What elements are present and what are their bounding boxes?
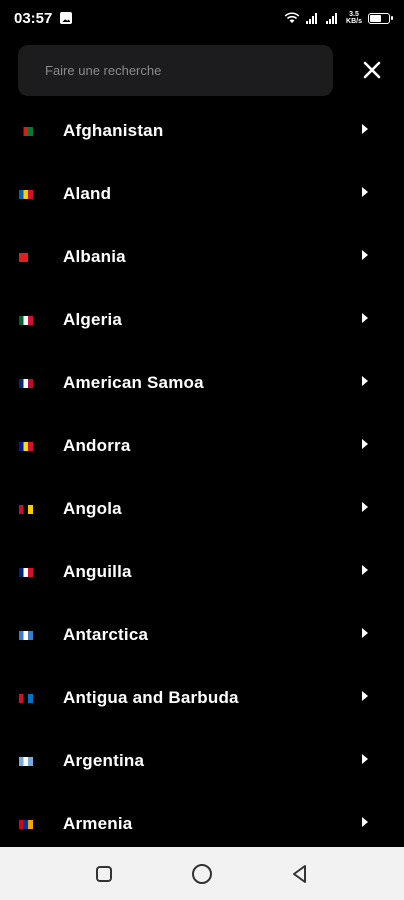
chevron-right-icon: [362, 376, 368, 386]
country-name: Algeria: [63, 309, 123, 329]
country-item[interactable]: Angola: [0, 477, 404, 540]
search-input[interactable]: [43, 62, 333, 79]
flag-icon: [19, 379, 33, 388]
chevron-right-icon: [362, 628, 368, 638]
signal-sim1-icon: [306, 12, 320, 24]
flag-icon: [19, 694, 33, 703]
flag-icon: [19, 253, 33, 262]
chevron-right-icon: [362, 313, 368, 323]
flag-icon: [19, 820, 33, 829]
status-right: 3.5 KB/s: [284, 11, 393, 25]
country-name: American Samoa: [63, 372, 204, 392]
country-name: Argentina: [63, 750, 145, 770]
country-item[interactable]: Afghanistan: [0, 99, 404, 162]
chevron-right-icon: [362, 754, 368, 764]
close-icon: [363, 61, 381, 79]
country-item[interactable]: Armenia: [0, 792, 404, 855]
status-time: 03:57: [14, 9, 53, 27]
wifi-icon: [284, 12, 300, 23]
country-item[interactable]: Antarctica: [0, 603, 404, 666]
status-left: 03:57: [14, 9, 73, 27]
country-name: Afghanistan: [63, 120, 164, 140]
country-name: Anguilla: [63, 561, 132, 581]
country-item[interactable]: Antigua and Barbuda: [0, 666, 404, 729]
flag-icon: [19, 190, 33, 199]
flag-icon: [19, 505, 33, 514]
country-list: Afghanistan Aland Albania Algeria American S…: [0, 99, 404, 855]
triangle-back-icon: [293, 864, 306, 883]
flag-icon: [19, 568, 33, 577]
network-speed-value: 3.5: [349, 11, 359, 18]
chevron-right-icon: [362, 691, 368, 701]
country-name: Albania: [63, 246, 126, 266]
search-row: [18, 45, 386, 96]
chevron-right-icon: [362, 565, 368, 575]
image-notification-icon: [60, 12, 73, 24]
country-item[interactable]: Anguilla: [0, 540, 404, 603]
signal-sim2-icon: [326, 12, 340, 24]
home-button[interactable]: [190, 862, 214, 886]
country-name: Armenia: [63, 813, 133, 833]
flag-icon: [19, 631, 33, 640]
country-name: Andorra: [63, 435, 131, 455]
country-name: Antarctica: [63, 624, 149, 644]
navigation-bar: [0, 847, 404, 900]
country-item[interactable]: American Samoa: [0, 351, 404, 414]
chevron-right-icon: [362, 124, 368, 134]
network-speed: 3.5 KB/s: [346, 11, 362, 25]
chevron-right-icon: [362, 502, 368, 512]
country-item[interactable]: Albania: [0, 225, 404, 288]
flag-icon: [19, 442, 33, 451]
search-box[interactable]: [18, 45, 333, 96]
flag-icon: [19, 757, 33, 766]
circle-icon: [192, 863, 212, 884]
chevron-right-icon: [362, 250, 368, 260]
country-item[interactable]: Algeria: [0, 288, 404, 351]
chevron-right-icon: [362, 187, 368, 197]
flag-icon: [19, 127, 33, 136]
back-button[interactable]: [288, 862, 312, 886]
flag-icon: [19, 316, 33, 325]
square-icon: [96, 865, 112, 882]
country-item[interactable]: Argentina: [0, 729, 404, 792]
country-item[interactable]: Aland: [0, 162, 404, 225]
chevron-right-icon: [362, 817, 368, 827]
close-button[interactable]: [358, 56, 386, 84]
country-name: Angola: [63, 498, 122, 518]
status-bar: 03:57 3.5 KB/s: [0, 0, 404, 36]
country-item[interactable]: Andorra: [0, 414, 404, 477]
chevron-right-icon: [362, 439, 368, 449]
battery-icon: [368, 12, 393, 24]
country-name: Antigua and Barbuda: [63, 687, 239, 707]
country-name: Aland: [63, 183, 112, 203]
recents-button[interactable]: [92, 862, 116, 886]
network-speed-unit: KB/s: [346, 18, 362, 25]
